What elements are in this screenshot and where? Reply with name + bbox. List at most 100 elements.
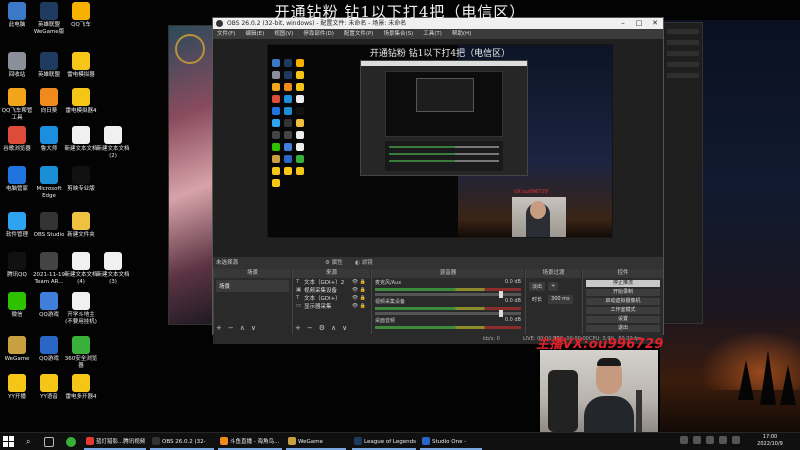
add-scene-icon[interactable]: + — [216, 324, 222, 332]
stop-streaming-button[interactable]: 停止推流 — [586, 280, 660, 287]
desktop-icon[interactable]: 向日葵 — [32, 88, 66, 115]
360-browser-icon[interactable] — [66, 437, 76, 447]
menu-view[interactable]: 视图(V) — [274, 29, 293, 39]
desktop-icon[interactable]: 英雄联盟 — [32, 52, 66, 79]
source-item[interactable]: ▭ 显示器采集 👁 🔒 — [293, 302, 370, 310]
background-window[interactable] — [663, 22, 703, 324]
menu-help[interactable]: 帮助(H) — [452, 29, 471, 39]
properties-button[interactable]: ⚙ 属性 — [325, 257, 343, 269]
volume-slider[interactable] — [375, 310, 521, 317]
scene-transitions-dock: 场景过渡 淡出 + 时长 300 ms — [525, 269, 581, 334]
obs-preview-area[interactable]: 开通钻粉 钻1以下打4把（电信区） VX:ou996729 — [213, 39, 663, 257]
channel-db: 0.0 dB — [504, 279, 521, 285]
search-icon[interactable]: ⌕ — [26, 437, 36, 447]
desktop-icon[interactable]: 新建文本文档 (2) — [96, 126, 130, 160]
taskbar-app-icon — [422, 437, 430, 445]
menu-tools[interactable]: 工具(T) — [423, 29, 442, 39]
source-settings-icon[interactable]: ⚙ — [319, 324, 325, 332]
desktop-icon[interactable]: 新建文本文档 (3) — [96, 252, 130, 286]
tray-chevron-icon[interactable] — [680, 436, 688, 444]
network-icon[interactable] — [693, 436, 701, 444]
source-item[interactable]: T 文本（GDI+）2 👁 🔒 — [293, 278, 370, 286]
desktop-icon[interactable]: 雷电模拟器4 — [64, 88, 98, 115]
league-client-window[interactable] — [168, 25, 218, 325]
visibility-lock-icons: 👁 🔒 — [351, 279, 366, 285]
taskbar-app-icon — [86, 437, 94, 445]
remove-source-icon[interactable]: − — [307, 324, 313, 332]
desktop-icon[interactable]: QQ飞车帮管工具 — [0, 88, 34, 122]
desktop-icon[interactable]: QQ游戏 — [32, 292, 66, 319]
desktop-icon[interactable]: QQ游戏 — [32, 336, 66, 363]
add-transition-icon[interactable]: + — [548, 282, 559, 291]
task-view-icon[interactable] — [44, 437, 54, 447]
desktop-icon[interactable]: WeGame — [0, 336, 34, 363]
desktop-icon-label: OBS Studio — [33, 232, 65, 238]
remove-scene-icon[interactable]: − — [228, 324, 234, 332]
taskbar-clock[interactable]: 17:00 2022/10/9 — [752, 434, 788, 448]
studio-mode-button[interactable]: 工作室模式 — [586, 307, 660, 314]
source-item[interactable]: ▣ 视频采集设备 👁 🔒 — [293, 286, 370, 294]
desktop-icon-label: 此电脑 — [8, 22, 26, 28]
desktop-icon-label: 电脑管家 — [5, 186, 28, 192]
desktop-icon[interactable]: 软件管理 — [0, 212, 34, 239]
obs-window[interactable]: OBS 26.0.2 (32-bit, windows) - 配置文件: 未命名… — [212, 17, 664, 344]
desktop-icon[interactable]: YY开播 — [0, 374, 34, 401]
taskbar-app[interactable]: 蓝灯猎影...腾讯视频 — [84, 434, 146, 450]
taskbar-app[interactable]: League of Legends — [352, 434, 416, 450]
start-button-windows-icon[interactable] — [3, 436, 14, 447]
desktop-icon[interactable]: 雷电模拟器 — [64, 52, 98, 79]
desktop-icon[interactable]: YY语音 — [32, 374, 66, 401]
duration-input[interactable]: 300 ms — [548, 295, 573, 304]
menu-edit[interactable]: 编辑(E) — [245, 29, 264, 39]
desktop-icon[interactable]: 新建文本文档 (4) — [64, 252, 98, 286]
move-down-icon[interactable]: ∨ — [342, 324, 347, 332]
desktop-icon[interactable]: 新建文件夹 — [64, 212, 98, 239]
desktop-icon[interactable]: 开学斗地主(不要用挂机) — [64, 292, 98, 326]
desktop-icon[interactable]: 腾讯QQ — [0, 252, 34, 279]
input-method-icon[interactable] — [719, 436, 727, 444]
volume-icon[interactable] — [706, 436, 714, 444]
volume-slider[interactable] — [375, 291, 521, 298]
menu-docks[interactable]: 停靠部件(D) — [303, 29, 334, 39]
desktop-icon-label: YY语音 — [40, 394, 58, 400]
desktop-icon[interactable]: 微信 — [0, 292, 34, 319]
transition-type-select[interactable]: 淡出 — [529, 282, 546, 291]
source-item[interactable]: T 文本（GDI+） 👁 🔒 — [293, 294, 370, 302]
settings-button[interactable]: 设置 — [586, 316, 660, 323]
desktop-icon[interactable]: 360安全浏览器 — [64, 336, 98, 370]
add-source-icon[interactable]: + — [295, 324, 301, 332]
desktop-icon[interactable]: 剪映专业版 — [64, 166, 98, 193]
move-up-icon[interactable]: ∧ — [240, 324, 245, 332]
taskbar-app[interactable]: OBS 26.0.2 (32-bi... — [150, 434, 214, 450]
preview-canvas[interactable]: 开通钻粉 钻1以下打4把（电信区） VX:ou996729 — [267, 44, 613, 238]
desktop-icon[interactable]: OBS Studio — [32, 212, 66, 239]
desktop-icon[interactable]: 2021-11-19 Team AR... — [32, 252, 66, 286]
scene-item[interactable]: 场景 — [216, 280, 289, 292]
desktop-icon[interactable]: 回收站 — [0, 52, 34, 79]
taskbar-app[interactable]: 斗鱼直播 - 海角鸟... — [218, 434, 282, 450]
start-virtual-camera-button[interactable]: 启动虚拟摄像机 — [586, 298, 660, 305]
notification-icon[interactable] — [732, 436, 740, 444]
start-recording-button[interactable]: 开始录制 — [586, 289, 660, 296]
desktop-icon[interactable]: 谷歌浏览器 — [0, 126, 34, 153]
exit-button[interactable]: 退出 — [586, 325, 660, 332]
desktop-icon[interactable]: 电脑管家 — [0, 166, 34, 193]
desktop-icon[interactable]: Microsoft Edge — [32, 166, 66, 200]
clock-date: 2022/10/9 — [757, 441, 783, 447]
scenes-dock-header: 场景 — [214, 269, 291, 278]
filters-button[interactable]: ◐ 滤镜 — [355, 257, 373, 269]
move-down-icon[interactable]: ∨ — [251, 324, 256, 332]
menu-file[interactable]: 文件(F) — [217, 29, 235, 39]
desktop-icon[interactable]: 雷电多开器4 — [64, 374, 98, 401]
taskbar-app[interactable]: Studio One - 2022... — [420, 434, 482, 450]
taskbar-app[interactable]: WeGame — [286, 434, 346, 450]
app-icon — [72, 88, 90, 106]
desktop-icon[interactable]: 鲁大师 — [32, 126, 66, 153]
menu-profile[interactable]: 配置文件(P) — [344, 29, 374, 39]
menu-scene-collection[interactable]: 场景集合(S) — [383, 29, 413, 39]
status-kbps: kb/s: 0 — [483, 336, 500, 342]
app-icon — [40, 292, 58, 310]
desktop-icon[interactable]: 新建文本文档 — [64, 126, 98, 153]
move-up-icon[interactable]: ∧ — [331, 324, 336, 332]
preview-stream-title: 开通钻粉 钻1以下打4把（电信区） — [369, 49, 511, 59]
